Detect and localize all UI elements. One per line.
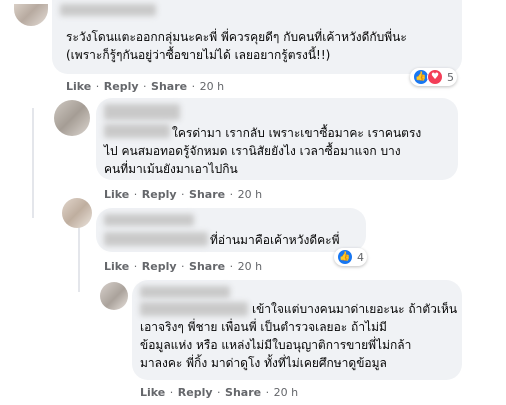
comment-text-line: ระวังโดนแตะออกกลุ่มนะคะพี่ พี่ควรคุยดีๆ … — [66, 30, 407, 44]
author-name-blurred[interactable] — [140, 302, 248, 316]
comment-text-line: ใครด่ามา เรากลับ เพราะเขาซื้อมาคะ เราคนต… — [172, 126, 422, 140]
timestamp[interactable]: 20 h — [200, 80, 224, 93]
reaction-count: 4 — [357, 250, 364, 264]
like-button[interactable]: Like — [66, 80, 91, 93]
share-button[interactable]: Share — [225, 386, 261, 399]
comment-actions: Like · Reply · Share · 20 h — [104, 188, 263, 201]
reply-button[interactable]: Reply — [142, 188, 177, 201]
thread-line — [32, 108, 34, 218]
like-button[interactable]: Like — [140, 386, 165, 399]
avatar[interactable] — [62, 198, 92, 228]
comment-text-line: มาลงคะ พี่กิ้ง มาด่าดูโง ทั้งที่ไม่เคยศึ… — [140, 356, 387, 370]
comment-actions: Like · Reply · Share · 20 h — [140, 386, 299, 399]
like-button[interactable]: Like — [104, 260, 129, 273]
author-name-blurred[interactable] — [104, 104, 180, 120]
reaction-count: 5 — [447, 70, 454, 84]
share-button[interactable]: Share — [189, 260, 225, 273]
timestamp[interactable]: 20 h — [238, 188, 262, 201]
reaction-summary[interactable]: 👍 ♥ 5 — [410, 68, 457, 86]
author-name-blurred[interactable] — [104, 214, 194, 226]
reply-button[interactable]: Reply — [142, 260, 177, 273]
comment-text-line: (เพราะก็รู้ๆกันอยู่ว่าซื้อขายไม่ได้ เลยอ… — [66, 48, 331, 62]
comment-text-line: ข้อมูลแห่ง หรือ แหล่งไม่มีใบอนุญาติการขา… — [140, 338, 412, 352]
reply-button[interactable]: Reply — [178, 386, 213, 399]
comment-text-line: เข้าใจแต่บางคนมาด่าเยอะนะ ถ้าตัวเห็น — [252, 302, 458, 316]
comment-text-line: ไป คนสมอทอดรู้จักหมด เรานิสัยยังไง เวลาซ… — [104, 144, 401, 158]
author-name-blurred[interactable] — [140, 286, 230, 298]
share-button[interactable]: Share — [151, 80, 187, 93]
like-button[interactable]: Like — [104, 188, 129, 201]
comment-actions: Like · Reply · Share · 20 h — [66, 80, 225, 93]
comment-text-line: คนที่มาเม้นยังมาเอาไปกิน — [104, 162, 238, 176]
reaction-summary[interactable]: 👍 4 — [334, 248, 367, 266]
comment-actions: Like · Reply · Share · 20 h — [104, 260, 263, 273]
avatar[interactable] — [100, 282, 128, 310]
love-icon: ♥ — [427, 69, 443, 85]
author-name-blurred[interactable] — [104, 124, 170, 138]
thread-line — [78, 224, 80, 292]
author-name-blurred[interactable] — [104, 232, 208, 246]
avatar[interactable] — [14, 4, 48, 26]
comment-text-line: ที่อ่านมาคือเค้าหวังดีคะพี่ — [210, 233, 340, 247]
author-name-blurred[interactable] — [60, 4, 156, 16]
like-icon: 👍 — [337, 249, 353, 265]
share-button[interactable]: Share — [189, 188, 225, 201]
avatar[interactable] — [54, 100, 90, 136]
timestamp[interactable]: 20 h — [238, 260, 262, 273]
reply-button[interactable]: Reply — [104, 80, 139, 93]
timestamp[interactable]: 20 h — [274, 386, 298, 399]
comment-text-line: เอาจริงๆ พี่ชาย เพื่อนพี่ เป็นตำรวจเลยอะ… — [140, 320, 387, 334]
